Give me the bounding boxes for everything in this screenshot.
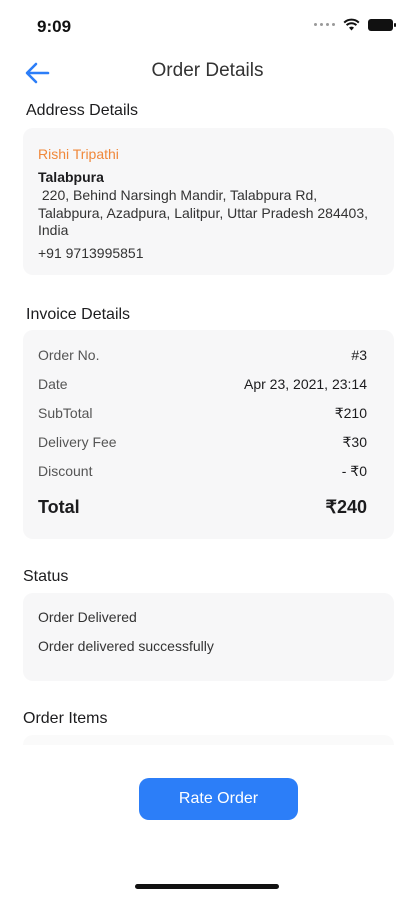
total-label: Total — [38, 497, 80, 517]
invoice-value: ₹30 — [342, 434, 367, 450]
invoice-value: ₹210 — [334, 405, 367, 421]
invoice-card: Order No. #3 Date Apr 23, 2021, 23:14 Su… — [23, 330, 394, 539]
battery-icon — [368, 18, 396, 31]
status-icons — [314, 18, 396, 31]
invoice-row-subtotal: SubTotal ₹210 — [38, 405, 367, 422]
invoice-row-discount: Discount - ₹0 — [38, 463, 367, 480]
address-card: Rishi Tripathi Talabpura 220, Behind Nar… — [23, 128, 394, 275]
page-title: Order Details — [151, 60, 264, 81]
invoice-label: SubTotal — [38, 405, 93, 421]
invoice-section-title: Invoice Details — [26, 306, 131, 323]
address-area: Talabpura — [38, 169, 104, 185]
invoice-label: Date — [38, 376, 68, 392]
order-items-section-title: Order Items — [23, 710, 108, 727]
status-bar: 9:09 — [0, 0, 415, 50]
status-time: 9:09 — [37, 17, 72, 36]
signal-icon — [314, 23, 335, 26]
invoice-row-order-no: Order No. #3 — [38, 347, 367, 363]
address-section-title: Address Details — [26, 102, 139, 119]
nav-bar: Order Details — [0, 50, 415, 94]
total-value: ₹240 — [325, 497, 367, 517]
phone-number: +91 9713995851 — [38, 245, 144, 261]
invoice-value: Apr 23, 2021, 23:14 — [244, 376, 367, 392]
address-line: 220, Behind Narsingh Mandir, Talabpura R… — [38, 187, 372, 238]
invoice-total-row: Total ₹240 — [38, 497, 367, 518]
home-indicator — [135, 884, 279, 889]
status-text: Order Delivered — [38, 609, 137, 625]
status-card: Order Delivered Order delivered successf… — [23, 593, 394, 681]
wifi-icon — [343, 18, 360, 31]
invoice-row-date: Date Apr 23, 2021, 23:14 — [38, 376, 367, 392]
status-description: Order delivered successfully — [38, 638, 214, 654]
invoice-row-delivery-fee: Delivery Fee ₹30 — [38, 434, 367, 451]
order-items-card — [23, 735, 394, 745]
status-section-title: Status — [23, 568, 69, 585]
invoice-label: Order No. — [38, 347, 100, 363]
invoice-value: #3 — [351, 347, 367, 363]
customer-name: Rishi Tripathi — [38, 146, 119, 162]
invoice-label: Delivery Fee — [38, 434, 117, 450]
invoice-label: Discount — [38, 463, 93, 479]
invoice-value: - ₹0 — [341, 463, 367, 479]
rate-order-button[interactable]: Rate Order — [139, 778, 298, 820]
